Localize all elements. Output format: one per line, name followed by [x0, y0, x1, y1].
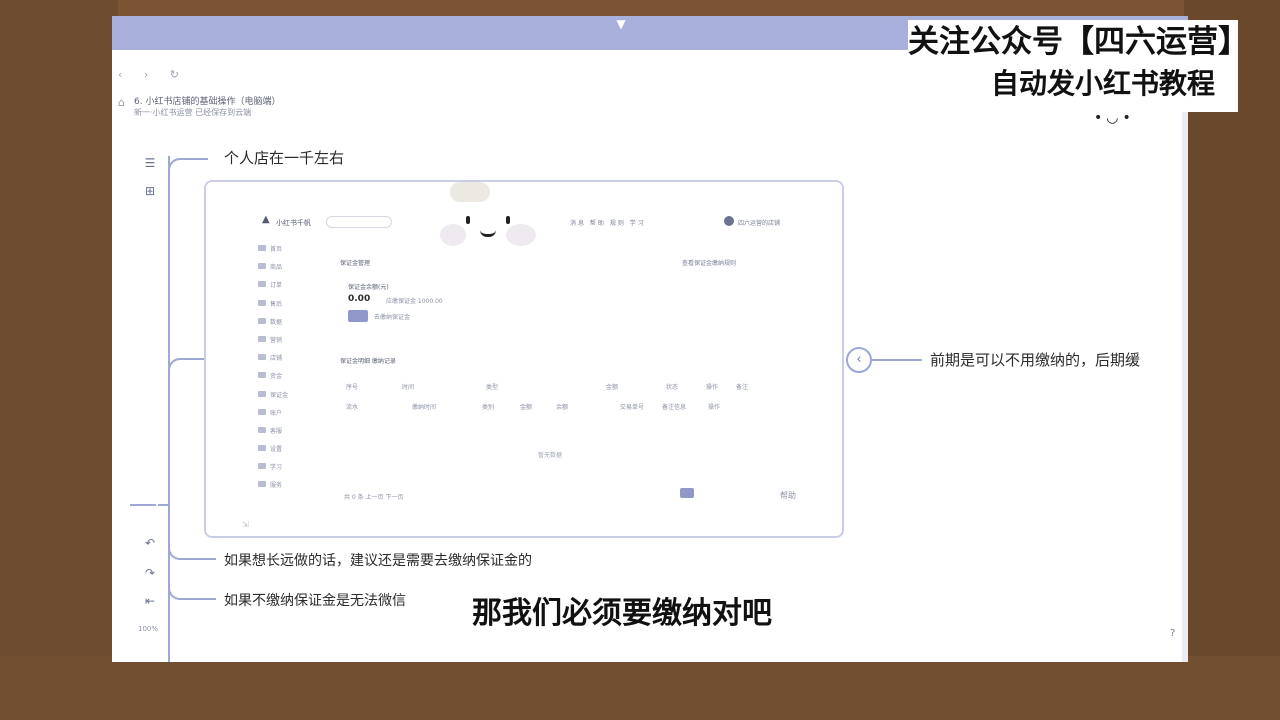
mindmap-branch-top: [168, 158, 208, 178]
embedded-top-links: 消息 帮助 规则 学习: [570, 220, 646, 227]
embedded-table-cell: 操作: [708, 404, 721, 411]
embedded-sidebar-item: 保证金: [258, 390, 320, 408]
sticker-cheek-left: [440, 224, 466, 246]
zoom-level[interactable]: 100%: [138, 625, 158, 633]
embedded-user-name: 四六运营的店铺: [738, 220, 781, 227]
embedded-sidebar-item: 学习: [258, 462, 320, 480]
sticker-mouth: [480, 230, 496, 237]
collapse-chevron-icon[interactable]: ‹: [846, 347, 872, 373]
embedded-sidebar-item: 数据: [258, 317, 320, 335]
embedded-amount: 0.00: [348, 294, 371, 304]
embedded-table-cell: 缴纳时间: [412, 404, 437, 411]
embedded-pagination: 共 0 条 上一页 下一页: [344, 494, 404, 501]
embedded-sidebar-item: 设置: [258, 444, 320, 462]
embedded-table-cell: 流水: [346, 404, 359, 411]
embedded-sidebar-item: 营销: [258, 335, 320, 353]
channel-watermark: 关注公众号【四六运营】 自动发小红书教程: [908, 20, 1249, 112]
document-meta: 新一·小红书运营 已经保存到云端: [134, 108, 252, 117]
embedded-table-cell: 金额: [520, 404, 533, 411]
embedded-sidebar-item: 店铺: [258, 353, 320, 371]
mindmap-root-connector: [130, 504, 170, 506]
embedded-table-header: 序号: [346, 384, 359, 391]
sticker-eye-right: [506, 216, 510, 224]
embedded-table-header: 状态: [666, 384, 679, 391]
mindmap-node-bottom-1[interactable]: 如果想长远做的话，建议还是需要去缴纳保证金的: [224, 550, 532, 570]
undo-icon[interactable]: ↶: [142, 536, 158, 550]
embedded-brand: 小红书千帆: [276, 219, 311, 227]
embedded-sidebar-item: 订单: [258, 280, 320, 298]
embedded-sidebar-item: 资金: [258, 371, 320, 389]
embedded-pay-note: 去缴纳保证金: [374, 314, 411, 321]
watermark-line-2: 自动发小红书教程: [990, 67, 1215, 100]
embedded-corner-icon: ⇲: [242, 520, 249, 529]
sticker-cheek-right: [506, 224, 536, 246]
video-subtitle: 那我们必须要缴纳对吧: [472, 596, 772, 631]
embedded-search-input: [326, 216, 392, 228]
sticker-eye-left: [466, 216, 470, 224]
redo-icon[interactable]: ↷: [142, 566, 158, 580]
embedded-page-button: [680, 488, 694, 498]
mindmap-branch-b2: [168, 576, 216, 600]
embedded-pay-button: [348, 310, 368, 322]
embedded-help: 帮助: [780, 491, 796, 500]
mindmap-branch-b1: [168, 536, 216, 560]
mindmap-node-right[interactable]: 前期是可以不用缴纳的，后期缓: [930, 349, 1140, 370]
home-icon[interactable]: ⌂: [118, 96, 125, 109]
mindmap-branch-mid: [168, 358, 204, 376]
wooden-frame-bottom: [0, 656, 1280, 720]
watermark-face-icon: •◡•: [1094, 110, 1135, 126]
embedded-table-cell: 余额: [556, 404, 569, 411]
embedded-avatar: [724, 216, 734, 226]
embedded-amount-note: 应缴保证金 1000.00: [386, 298, 443, 305]
brand-logo-icon: ▲: [262, 214, 270, 225]
document-title: 6. 小红书店铺的基础操作（电脑端）: [134, 97, 281, 107]
embedded-sidebar-item: 客服: [258, 426, 320, 444]
embedded-empty-state: 暂无数据: [538, 452, 563, 459]
embedded-sidebar-item: 账户: [258, 408, 320, 426]
embedded-deposit-label: 保证金余额(元): [348, 284, 389, 291]
browser-window: ▼ ‹ › ↻ ⌂ 6. 小红书店铺的基础操作（电脑端） 新一·小红书运营 已经…: [112, 16, 1188, 662]
embedded-filter: 查看保证金缴纳规则: [682, 260, 737, 267]
embedded-sidebar-item: 售后: [258, 299, 320, 317]
sticker-bow: [450, 182, 490, 202]
dropdown-arrow-icon[interactable]: ▼: [610, 18, 632, 30]
browser-nav-buttons[interactable]: ‹ › ↻: [118, 68, 188, 81]
embedded-sidebar-item: 商品: [258, 262, 320, 280]
help-icon[interactable]: ?: [1170, 628, 1175, 639]
right-scroll-edge: [1182, 36, 1188, 662]
embedded-table-cell: 类别: [482, 404, 495, 411]
embedded-table-header: 类型: [486, 384, 499, 391]
watermark-line-1: 关注公众号【四六运营】: [908, 24, 1249, 60]
fit-icon[interactable]: ⇤: [142, 594, 158, 608]
mindmap-spacer: [156, 156, 158, 516]
cartoon-face-sticker: [440, 182, 536, 254]
mindmap-branch-right: [872, 359, 922, 361]
embedded-page-title: 保证金管理: [340, 260, 371, 267]
embedded-sidebar-item: 首页: [258, 244, 320, 262]
embedded-table-header: 时间: [402, 384, 415, 391]
embedded-table-cell: 备注信息: [662, 404, 687, 411]
wooden-frame-left: [0, 0, 118, 720]
embedded-table-header: 金额: [606, 384, 619, 391]
embedded-sidebar: 首页 商品 订单 售后 数据 营销 店铺 资金 保证金 账户 客服 设置 学习 …: [258, 244, 320, 499]
mindmap-node-bottom-2[interactable]: 如果不缴纳保证金是无法微信: [224, 590, 406, 610]
embedded-sidebar-item: 服务: [258, 480, 320, 498]
embedded-table-header: 操作: [706, 384, 719, 391]
embedded-table-cell: 交易单号: [620, 404, 645, 411]
mindmap-node-top[interactable]: 个人店在一千左右: [224, 147, 344, 168]
embedded-table-header: 备注: [736, 384, 749, 391]
embedded-tabs: 保证金明细 缴纳记录: [340, 358, 396, 365]
